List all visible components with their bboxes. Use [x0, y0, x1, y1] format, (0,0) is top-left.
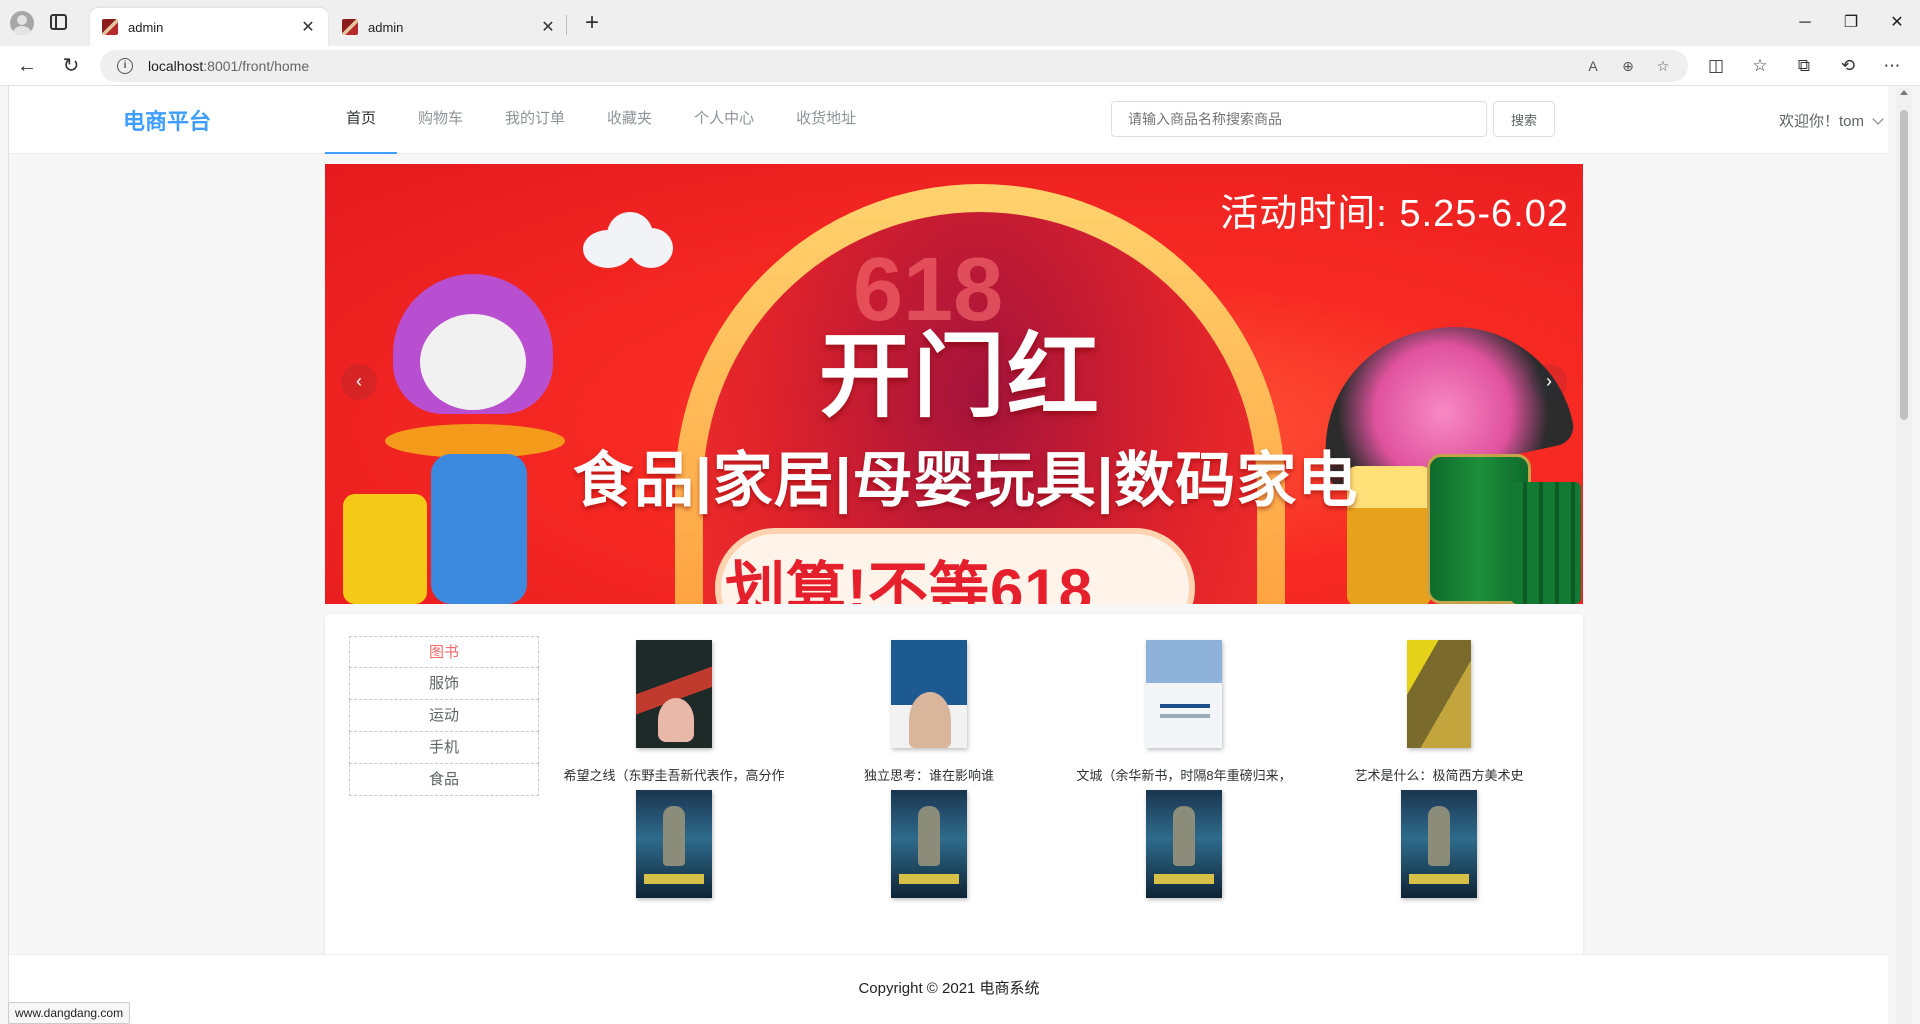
welcome-text: 欢迎你！tom — [1779, 113, 1865, 130]
menu-item-home[interactable]: 首页 — [325, 86, 398, 154]
tab-separator — [566, 15, 567, 35]
tab-title: admin — [368, 19, 404, 35]
product-card[interactable]: 文城（余华新书，时隔8年重磅归来， ￥ 39.5 — [1057, 640, 1311, 809]
close-icon[interactable]: ✕ — [540, 17, 556, 37]
new-tab-icon[interactable]: + — [578, 10, 606, 38]
category-item-sports[interactable]: 运动 — [349, 700, 539, 732]
restore-icon[interactable]: ❐ — [1828, 8, 1874, 38]
page-viewport: 电商平台 首页 购物车 我的订单 收藏夹 个人中心 收货地址 搜索 欢迎你！to… — [8, 86, 1888, 1024]
split-screen-icon[interactable]: ◫ — [1701, 52, 1731, 80]
site-footer: Copyright © 2021 电商系统 — [9, 954, 1888, 1024]
book-cover-image[interactable] — [636, 640, 712, 748]
close-icon[interactable]: ✕ — [300, 17, 316, 37]
book-cover-image[interactable] — [891, 640, 967, 748]
menu-item-favorites[interactable]: 收藏夹 — [586, 86, 673, 154]
back-icon[interactable]: ← — [12, 51, 42, 81]
url-field[interactable]: i localhost:8001/front/home A ⊕ ☆ — [100, 50, 1688, 82]
tab-title: admin — [128, 19, 164, 35]
chevron-left-icon[interactable]: ‹ — [341, 364, 377, 400]
category-item-food[interactable]: 食品 — [349, 764, 539, 796]
status-url: www.dangdang.com — [8, 1002, 131, 1024]
browser-tab[interactable]: admin ✕ — [330, 8, 568, 46]
product-name[interactable]: 文城（余华新书，时隔8年重磅归来， — [1057, 765, 1311, 784]
book-cover-image[interactable] — [1401, 790, 1477, 898]
chevron-right-icon[interactable]: › — [1531, 364, 1567, 400]
collections-icon[interactable]: ⧉ — [1789, 52, 1819, 80]
scroll-thumb[interactable] — [1900, 110, 1908, 420]
book-cover-image[interactable] — [1146, 790, 1222, 898]
book-cover-image[interactable] — [891, 790, 967, 898]
browser-tab-active[interactable]: admin ✕ — [90, 8, 328, 46]
url-text: localhost:8001/front/home — [148, 58, 310, 74]
address-bar: ← ↻ i localhost:8001/front/home A ⊕ ☆ ◫ … — [0, 46, 1920, 86]
search-input[interactable] — [1111, 101, 1487, 137]
promo-date: 活动时间: 5.25-6.02 — [1220, 193, 1569, 235]
product-card[interactable]: 艺术是什么：极简西方美术史 ￥ 80 — [1312, 640, 1566, 809]
minimize-icon[interactable]: ─ — [1782, 8, 1828, 38]
favicon-icon — [102, 19, 118, 35]
beer-cans-image — [1511, 482, 1581, 604]
chevron-down-icon — [1872, 112, 1884, 125]
product-name[interactable]: 希望之线（东野圭吾新代表作，高分作 — [547, 765, 801, 784]
promo-categories: 食品|家居|母婴玩具|数码家电 — [573, 447, 1359, 514]
history-icon[interactable]: ⟲ — [1833, 52, 1863, 80]
product-card[interactable] — [1057, 790, 1311, 915]
book-cover-image[interactable] — [1146, 640, 1222, 748]
category-list: 图书 服饰 运动 手机 食品 — [349, 636, 539, 796]
site-logo[interactable]: 电商平台 — [123, 104, 211, 136]
book-cover-image[interactable] — [636, 790, 712, 898]
favicon-icon — [342, 19, 358, 35]
read-aloud-icon[interactable]: A — [1582, 56, 1604, 76]
refresh-icon[interactable]: ↻ — [56, 51, 86, 81]
promo-bottom-text: 划算!不等618 — [725, 557, 1094, 604]
banner-carousel[interactable]: 618 活动时间: 5.25-6.02 开门红 食品|家居|母婴玩具|数码家电 … — [325, 164, 1583, 604]
product-card[interactable] — [1312, 790, 1566, 915]
beer-glass-image — [1347, 466, 1431, 604]
product-card[interactable]: 希望之线（东野圭吾新代表作，高分作 ￥ 35 — [547, 640, 801, 809]
copyright-text: Copyright © 2021 电商系统 — [858, 980, 1040, 997]
main-menu: 首页 购物车 我的订单 收藏夹 个人中心 收货地址 — [325, 86, 877, 154]
favorites-icon[interactable]: ☆ — [1745, 52, 1775, 80]
category-item-books[interactable]: 图书 — [349, 636, 539, 668]
search-button[interactable]: 搜索 — [1493, 101, 1555, 137]
info-icon[interactable]: i — [117, 58, 133, 74]
product-name[interactable]: 独立思考：谁在影响谁 — [802, 765, 1056, 784]
promo-headline: 开门红 — [819, 326, 1102, 428]
menu-item-cart[interactable]: 购物车 — [397, 86, 484, 154]
book-cover-image[interactable] — [1407, 640, 1471, 748]
product-name[interactable]: 艺术是什么：极简西方美术史 — [1312, 765, 1566, 784]
scroll-up-icon[interactable] — [1900, 90, 1908, 95]
product-card[interactable] — [547, 790, 801, 915]
menu-item-profile[interactable]: 个人中心 — [673, 86, 775, 154]
category-item-phones[interactable]: 手机 — [349, 732, 539, 764]
product-card[interactable] — [802, 790, 1056, 915]
profile-icon[interactable] — [10, 11, 34, 35]
category-item-clothing[interactable]: 服饰 — [349, 668, 539, 700]
tab-actions-icon[interactable] — [50, 14, 67, 30]
site-header: 电商平台 首页 购物车 我的订单 收藏夹 个人中心 收货地址 搜索 欢迎你！to… — [9, 86, 1888, 154]
menu-item-orders[interactable]: 我的订单 — [484, 86, 586, 154]
toy-image — [343, 274, 575, 604]
zoom-icon[interactable]: ⊕ — [1617, 56, 1639, 76]
menu-item-address[interactable]: 收货地址 — [775, 86, 877, 154]
user-dropdown[interactable]: 欢迎你！tom — [1779, 110, 1884, 131]
page-scrollbar[interactable] — [1896, 88, 1912, 1024]
favorite-star-icon[interactable]: ☆ — [1652, 56, 1674, 76]
window-close-icon[interactable]: ✕ — [1874, 8, 1920, 38]
cloud-decoration — [583, 212, 673, 268]
browser-tab-bar: admin ✕ admin ✕ + ─ ❐ ✕ — [0, 0, 1920, 46]
product-card[interactable]: 独立思考：谁在影响谁 ￥ 49 — [802, 640, 1056, 809]
more-menu-icon[interactable]: ⋯ — [1877, 52, 1907, 80]
